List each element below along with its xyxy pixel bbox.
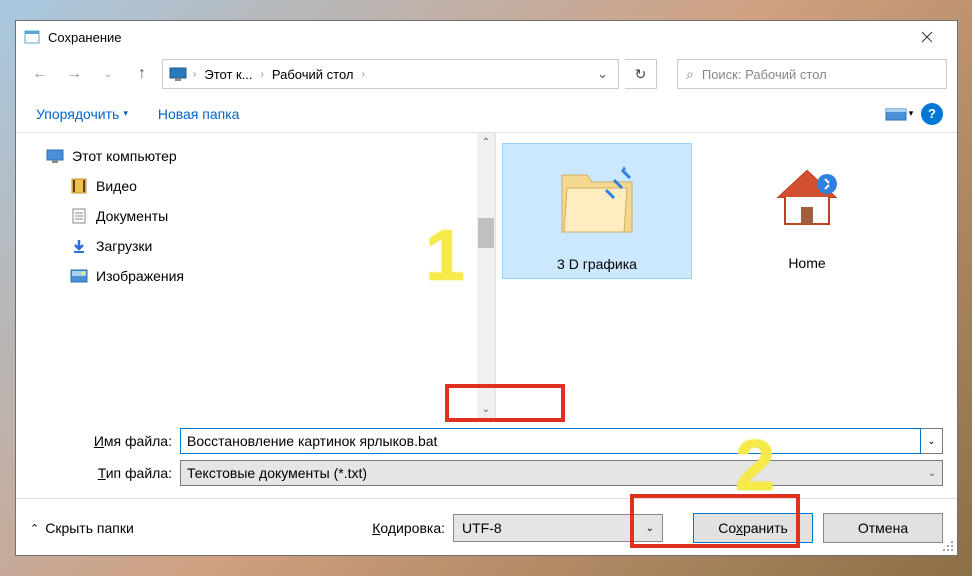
resize-grip[interactable] (941, 539, 955, 553)
scroll-up-icon[interactable]: ⌃ (477, 133, 495, 151)
search-icon: ⌕ (686, 66, 694, 83)
files-panel[interactable]: 3 D графика Home (496, 133, 957, 418)
toolbar: Упорядочить▾ Новая папка ▾ ? (16, 95, 957, 133)
cancel-button[interactable]: Отмена (823, 513, 943, 543)
tree-panel: Этот компьютер Видео Документы Загрузки … (16, 133, 496, 418)
file-item-home[interactable]: Home (712, 143, 902, 277)
new-folder-button[interactable]: Новая папка (158, 106, 240, 122)
tree-scrollbar[interactable]: ⌃ ⌄ (477, 133, 495, 418)
titlebar: Сохранение (16, 21, 957, 53)
back-button[interactable]: ← (26, 60, 54, 88)
tree-item-videos[interactable]: Видео (16, 171, 495, 201)
save-dialog: Сохранение ← → ⌄ ↑ › Этот к... › Рабочий… (15, 20, 958, 556)
dialog-body: Этот компьютер Видео Документы Загрузки … (16, 133, 957, 418)
help-button[interactable]: ? (921, 103, 943, 125)
folder-icon (509, 150, 685, 250)
filename-input[interactable] (180, 428, 921, 454)
encoding-combo[interactable]: UTF-8⌄ (453, 514, 663, 542)
downloads-icon (70, 237, 88, 255)
computer-icon (46, 147, 64, 165)
filename-row: Имя файла: ⌄ (30, 428, 943, 454)
search-placeholder: Поиск: Рабочий стол (702, 67, 827, 82)
filetype-row: Тип файла: Текстовые документы (*.txt)⌄ (30, 460, 943, 486)
chevron-right-icon: › (191, 69, 198, 80)
tree-root[interactable]: Этот компьютер (16, 141, 495, 171)
address-bar[interactable]: › Этот к... › Рабочий стол › ⌄ (162, 59, 619, 89)
tree-item-pictures[interactable]: Изображения (16, 261, 495, 291)
recent-dropdown[interactable]: ⌄ (94, 60, 122, 88)
filetype-combo[interactable]: Текстовые документы (*.txt)⌄ (180, 460, 943, 486)
address-dropdown[interactable]: ⌄ (589, 66, 616, 82)
file-label: 3 D графика (509, 256, 685, 272)
documents-icon (70, 207, 88, 225)
tree-item-documents[interactable]: Документы (16, 201, 495, 231)
up-button[interactable]: ↑ (128, 60, 156, 88)
refresh-button[interactable]: ↻ (625, 59, 657, 89)
window-title: Сохранение (48, 30, 904, 45)
filename-dropdown[interactable]: ⌄ (921, 428, 943, 454)
chevron-right-icon: › (259, 69, 266, 80)
scroll-down-icon[interactable]: ⌄ (477, 400, 495, 418)
pictures-icon (70, 267, 88, 285)
encoding-label: Кодировка: (372, 520, 445, 536)
file-label: Home (718, 255, 896, 271)
monitor-icon (169, 67, 187, 81)
nav-row: ← → ⌄ ↑ › Этот к... › Рабочий стол › ⌄ ↻… (16, 53, 957, 95)
organize-button[interactable]: Упорядочить▾ (30, 102, 134, 126)
close-button[interactable] (904, 22, 949, 52)
footer: ⌃ Скрыть папки Кодировка: UTF-8⌄ Сохрани… (16, 499, 957, 555)
tree-item-downloads[interactable]: Загрузки (16, 231, 495, 261)
chevron-up-icon: ⌃ (30, 522, 39, 535)
save-button[interactable]: Сохранить (693, 513, 813, 543)
filename-label: Имя файла: (30, 433, 180, 449)
form-panel: Имя файла: ⌄ Тип файла: Текстовые докуме… (16, 418, 957, 498)
videos-icon (70, 177, 88, 195)
chevron-right-icon: › (359, 69, 366, 80)
view-button[interactable]: ▾ (883, 101, 915, 127)
scroll-thumb[interactable] (478, 218, 494, 248)
breadcrumb-seg-1[interactable]: Этот к... (198, 65, 258, 84)
hide-folders-button[interactable]: ⌃ Скрыть папки (30, 520, 134, 536)
filetype-label: Тип файла: (30, 465, 180, 481)
app-icon (24, 29, 40, 45)
breadcrumb-seg-2[interactable]: Рабочий стол (266, 65, 360, 84)
home-icon (718, 149, 896, 249)
file-item-folder[interactable]: 3 D графика (502, 143, 692, 279)
forward-button[interactable]: → (60, 60, 88, 88)
search-input[interactable]: ⌕ Поиск: Рабочий стол (677, 59, 947, 89)
